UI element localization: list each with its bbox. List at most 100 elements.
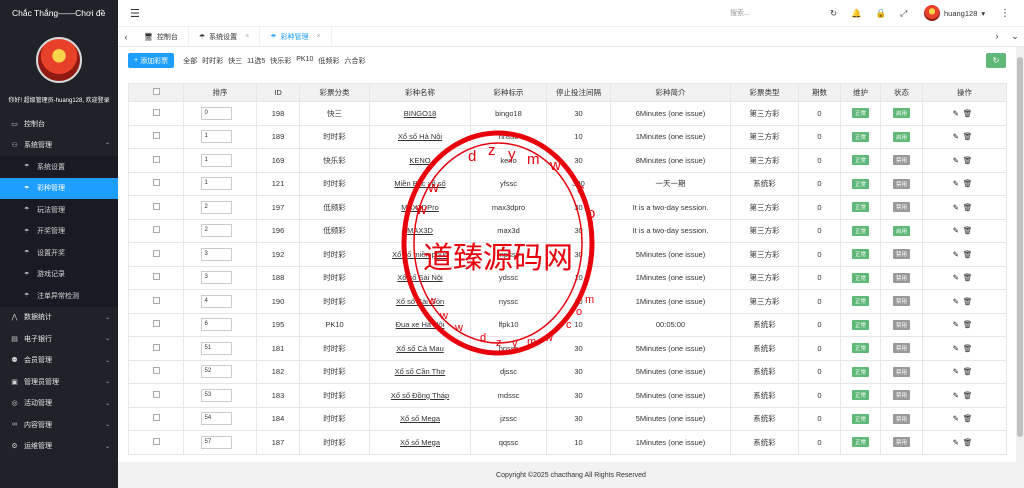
status-badge[interactable]: 启用 <box>892 108 910 119</box>
edit-icon[interactable]: ✎ <box>953 320 963 329</box>
close-icon[interactable]: × <box>245 33 249 40</box>
sort-input[interactable]: 4 <box>200 294 232 308</box>
row-checkbox[interactable] <box>152 343 160 351</box>
filter-link[interactable]: 时时彩 <box>202 56 223 66</box>
maintenance-badge[interactable]: 正常 <box>851 225 869 236</box>
menu-toggle-icon[interactable]: ☰ <box>130 7 140 20</box>
sort-input[interactable]: 1 <box>200 130 232 144</box>
filter-link[interactable]: 11选5 <box>247 56 265 66</box>
filter-link[interactable]: 快三 <box>228 56 242 66</box>
sidebar-item[interactable]: ◎ 活动管理 ⌄ <box>0 393 118 415</box>
edit-icon[interactable]: ✎ <box>953 203 963 212</box>
row-checkbox[interactable] <box>152 155 160 163</box>
row-checkbox[interactable] <box>152 414 160 422</box>
edit-icon[interactable]: ✎ <box>953 297 963 306</box>
row-checkbox[interactable] <box>152 437 160 445</box>
sort-input[interactable]: 57 <box>200 435 232 449</box>
lottery-name-link[interactable]: Xổ số Sài Nội <box>369 265 471 290</box>
lottery-name-link[interactable]: Xổ số Mega <box>369 406 471 431</box>
maintenance-badge[interactable]: 正常 <box>851 366 869 377</box>
select-all-checkbox[interactable] <box>128 83 184 102</box>
tabs-prev-icon[interactable]: ‹ <box>118 32 134 42</box>
sort-input[interactable]: 3 <box>200 271 232 285</box>
sort-input[interactable]: 52 <box>200 365 232 379</box>
edit-icon[interactable]: ✎ <box>953 391 963 400</box>
status-badge[interactable]: 禁用 <box>892 437 910 448</box>
lottery-name-link[interactable]: MAX3DPro <box>369 195 471 220</box>
trash-icon[interactable]: 🗑 <box>963 132 977 141</box>
filter-link[interactable]: 全部 <box>183 56 197 66</box>
status-badge[interactable]: 禁用 <box>892 366 910 377</box>
search-input[interactable]: 搜索... <box>730 8 750 18</box>
status-badge[interactable]: 禁用 <box>892 178 910 189</box>
tab-console[interactable]: 🖥 控制台 <box>134 26 189 47</box>
trash-icon[interactable]: 🗑 <box>963 250 977 259</box>
sort-input[interactable]: 2 <box>200 200 232 214</box>
sidebar-subitem[interactable]: ☂ 开奖管理 <box>0 220 118 242</box>
trash-icon[interactable]: 🗑 <box>963 414 977 423</box>
status-badge[interactable]: 禁用 <box>892 296 910 307</box>
status-badge[interactable]: 禁用 <box>892 343 910 354</box>
edit-icon[interactable]: ✎ <box>953 109 963 118</box>
row-checkbox[interactable] <box>152 132 160 140</box>
edit-icon[interactable]: ✎ <box>953 132 963 141</box>
maintenance-badge[interactable]: 正常 <box>851 249 869 260</box>
edit-icon[interactable]: ✎ <box>953 179 963 188</box>
maintenance-badge[interactable]: 正常 <box>851 155 869 166</box>
lottery-name-link[interactable]: Xổ số miền phúc <box>369 242 471 267</box>
status-badge[interactable]: 禁用 <box>892 155 910 166</box>
lottery-name-link[interactable]: Xổ số Hà Nội <box>369 124 471 149</box>
maintenance-badge[interactable]: 正常 <box>851 343 869 354</box>
fullscreen-icon[interactable]: ⤢ <box>900 8 907 19</box>
edit-icon[interactable]: ✎ <box>953 250 963 259</box>
row-checkbox[interactable] <box>152 273 160 281</box>
edit-icon[interactable]: ✎ <box>953 414 963 423</box>
lottery-name-link[interactable]: Xổ số Đồng Tháp <box>369 383 471 408</box>
sort-input[interactable]: 6 <box>200 318 232 332</box>
more-icon[interactable]: ⋮ <box>1000 8 1010 19</box>
trash-icon[interactable]: 🗑 <box>963 438 977 447</box>
maintenance-badge[interactable]: 正常 <box>851 131 869 142</box>
user-menu[interactable]: huang128 ▾ <box>924 5 985 21</box>
lottery-name-link[interactable]: Miền Bắc xổ số <box>369 171 471 196</box>
sidebar-subitem[interactable]: ☂ 注单异常检测 <box>0 285 118 307</box>
refresh-icon[interactable]: ↻ <box>830 8 837 19</box>
status-badge[interactable]: 禁用 <box>892 413 910 424</box>
tabs-menu-icon[interactable]: ⌄ <box>1006 31 1024 42</box>
scrollbar-thumb[interactable] <box>1017 57 1023 437</box>
sidebar-item[interactable]: ▣ 管理员管理 ⌄ <box>0 371 118 393</box>
sidebar-subitem[interactable]: ☂ 彩种管理 <box>0 177 118 199</box>
lottery-name-link[interactable]: KENO <box>369 148 471 173</box>
sort-input[interactable]: 1 <box>200 153 232 167</box>
sidebar-subitem[interactable]: ☂ 玩法管理 <box>0 199 118 221</box>
sort-input[interactable]: 1 <box>200 177 232 191</box>
refresh-button[interactable]: ↻ <box>986 53 1006 68</box>
filter-link[interactable]: PK10 <box>296 56 313 66</box>
trash-icon[interactable]: 🗑 <box>963 391 977 400</box>
edit-icon[interactable]: ✎ <box>953 156 963 165</box>
trash-icon[interactable]: 🗑 <box>963 203 977 212</box>
lottery-name-link[interactable]: Xổ số Cà Mau <box>369 336 471 361</box>
edit-icon[interactable]: ✎ <box>953 273 963 282</box>
status-badge[interactable]: 启用 <box>892 225 910 236</box>
trash-icon[interactable]: 🗑 <box>963 344 977 353</box>
lock-icon[interactable]: 🔒 <box>876 8 887 19</box>
close-icon[interactable]: × <box>317 33 321 40</box>
edit-icon[interactable]: ✎ <box>953 367 963 376</box>
row-checkbox[interactable] <box>152 179 160 187</box>
row-checkbox[interactable] <box>152 390 160 398</box>
sort-input[interactable]: 0 <box>200 106 232 120</box>
sidebar-item[interactable]: ⚇ 系统管理 ⌃ <box>0 135 118 157</box>
maintenance-badge[interactable]: 正常 <box>851 296 869 307</box>
trash-icon[interactable]: 🗑 <box>963 109 977 118</box>
tab-system-settings[interactable]: ☂ 系统设置 × <box>189 26 261 47</box>
notification-icon[interactable]: 🔔 <box>851 8 862 19</box>
trash-icon[interactable]: 🗑 <box>963 297 977 306</box>
lottery-name-link[interactable]: BINGO18 <box>369 101 471 126</box>
edit-icon[interactable]: ✎ <box>953 344 963 353</box>
lottery-name-link[interactable]: Xổ số Sài Gòn <box>369 289 471 314</box>
status-badge[interactable]: 禁用 <box>892 272 910 283</box>
maintenance-badge[interactable]: 正常 <box>851 202 869 213</box>
avatar[interactable] <box>36 37 82 83</box>
edit-icon[interactable]: ✎ <box>953 226 963 235</box>
